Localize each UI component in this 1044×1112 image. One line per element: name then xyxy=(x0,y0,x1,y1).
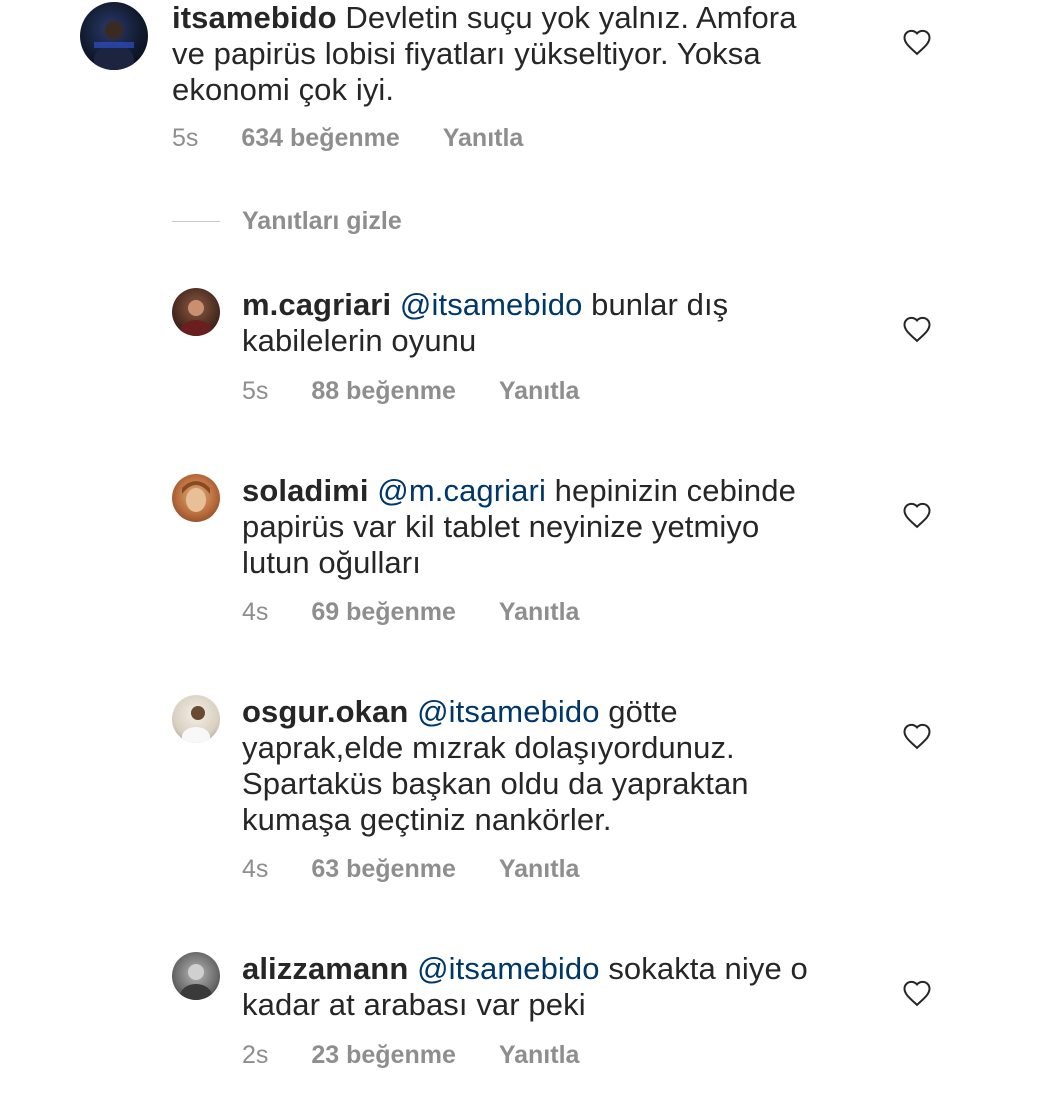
avatar-photo-icon xyxy=(180,964,212,1000)
reply-button[interactable]: Yanıtla xyxy=(499,377,580,406)
comment-likes[interactable]: 63 beğenme xyxy=(311,855,456,884)
avatar-photo-icon xyxy=(182,481,210,512)
comment-time: 5s xyxy=(242,377,269,405)
comment-text: soladimi @m.cagriari hepinizin cebinde p… xyxy=(242,473,832,581)
comment-text: itsamebido Devletin suçu yok yalnız. Amf… xyxy=(172,0,832,108)
hide-replies-toggle[interactable]: Yanıtları gizle xyxy=(172,206,402,236)
mention-link[interactable]: @itsamebido xyxy=(417,951,599,986)
reply-button[interactable]: Yanıtla xyxy=(443,124,524,153)
comment-time: 5s xyxy=(172,124,199,152)
comment-meta: 5s 88 beğenme Yanıtla xyxy=(242,377,579,406)
avatar-photo-icon xyxy=(94,21,134,70)
heart-outline-icon[interactable] xyxy=(902,979,932,1007)
comment-time: 4s xyxy=(242,598,269,626)
comment-meta: 5s 634 beğenme Yanıtla xyxy=(172,124,523,153)
avatar[interactable] xyxy=(172,695,220,743)
comment-text: osgur.okan @itsamebido götte yaprak,elde… xyxy=(242,694,832,838)
avatar[interactable] xyxy=(80,2,148,70)
comment-meta: 4s 63 beğenme Yanıtla xyxy=(242,855,579,884)
avatar[interactable] xyxy=(172,288,220,336)
comment-meta: 4s 69 beğenme Yanıtla xyxy=(242,598,579,627)
comment-username[interactable]: soladimi xyxy=(242,473,369,508)
comment-time: 2s xyxy=(242,1041,269,1069)
comment-time: 4s xyxy=(242,855,269,883)
comment-likes[interactable]: 23 beğenme xyxy=(311,1041,456,1070)
comment-likes[interactable]: 69 beğenme xyxy=(311,598,456,627)
mention-link[interactable]: @m.cagriari xyxy=(377,473,546,508)
avatar-photo-icon xyxy=(180,300,212,336)
comment-meta: 2s 23 beğenme Yanıtla xyxy=(242,1041,579,1070)
comment-username[interactable]: itsamebido xyxy=(172,0,337,35)
avatar-photo-icon xyxy=(182,706,210,743)
avatar[interactable] xyxy=(172,952,220,1000)
hide-replies-label[interactable]: Yanıtları gizle xyxy=(242,207,402,236)
reply-button[interactable]: Yanıtla xyxy=(499,855,580,884)
heart-outline-icon[interactable] xyxy=(902,722,932,750)
comment-likes[interactable]: 634 beğenme xyxy=(241,124,399,153)
mention-link[interactable]: @itsamebido xyxy=(400,287,582,322)
comment-username[interactable]: alizzamann xyxy=(242,951,408,986)
avatar[interactable] xyxy=(172,474,220,522)
comment-username[interactable]: osgur.okan xyxy=(242,694,408,729)
heart-outline-icon[interactable] xyxy=(902,28,932,56)
comment-username[interactable]: m.cagriari xyxy=(242,287,391,322)
mention-link[interactable]: @itsamebido xyxy=(417,694,599,729)
comment-text: m.cagriari @itsamebido bunlar dış kabile… xyxy=(242,287,832,359)
comment-text: alizzamann @itsamebido sokakta niye o ka… xyxy=(242,951,832,1023)
reply-button[interactable]: Yanıtla xyxy=(499,1041,580,1070)
divider-line xyxy=(172,220,220,222)
reply-button[interactable]: Yanıtla xyxy=(499,598,580,627)
heart-outline-icon[interactable] xyxy=(902,315,932,343)
comment-likes[interactable]: 88 beğenme xyxy=(311,377,456,406)
heart-outline-icon[interactable] xyxy=(902,501,932,529)
